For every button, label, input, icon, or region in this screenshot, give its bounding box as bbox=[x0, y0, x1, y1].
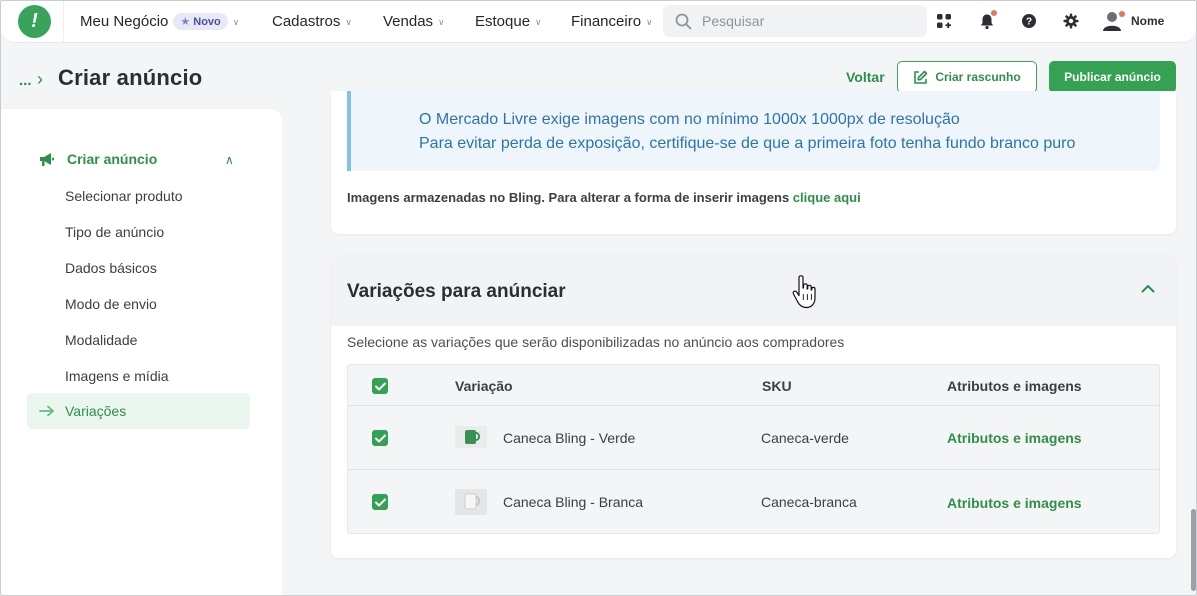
hand-pointer-cursor-icon bbox=[791, 275, 817, 314]
search-input[interactable] bbox=[702, 13, 912, 29]
storage-note-text: Imagens armazenadas no Bling. Para alter… bbox=[347, 190, 793, 205]
product-thumbnail bbox=[455, 489, 487, 515]
top-navigation: ! Meu Negócio ★ Novo ∨ Cadastros ∨ Venda… bbox=[1, 1, 1196, 43]
row-checkbox[interactable] bbox=[372, 494, 388, 510]
nav-estoque-label: Estoque bbox=[475, 13, 531, 30]
breadcrumb-chevron-right-icon: › bbox=[37, 69, 43, 89]
new-badge-label: Novo bbox=[193, 15, 221, 28]
chevron-down-icon: ∨ bbox=[438, 17, 445, 27]
app-window: ! Meu Negócio ★ Novo ∨ Cadastros ∨ Venda… bbox=[0, 0, 1197, 596]
sidebar-item-modalidade[interactable]: Modalidade bbox=[65, 332, 137, 348]
page-title: Criar anúncio bbox=[58, 65, 203, 90]
attributes-images-link[interactable]: Atributos e imagens bbox=[947, 430, 1082, 446]
nav-vendas-label: Vendas bbox=[383, 13, 434, 30]
info-line-resolution: O Mercado Livre exige imagens com no mín… bbox=[419, 111, 960, 128]
select-all-checkbox[interactable] bbox=[372, 378, 388, 394]
steps-sidebar: Criar anúncio ∧ Selecionar produto Tipo … bbox=[1, 109, 282, 595]
sidebar-item-dados-basicos[interactable]: Dados básicos bbox=[65, 260, 157, 276]
variations-subtitle: Selecione as variações que serão disponi… bbox=[347, 334, 845, 350]
variations-table: Variação SKU Atributos e imagens Caneca … bbox=[347, 364, 1160, 534]
notification-dot bbox=[991, 10, 997, 16]
column-header-atributos: Atributos e imagens bbox=[947, 378, 1082, 394]
new-badge: ★ Novo bbox=[173, 13, 228, 30]
sidebar-section-title: Criar anúncio bbox=[67, 151, 158, 167]
logo-divider bbox=[63, 1, 64, 43]
sidebar-item-imagens-midia[interactable]: Imagens e mídia bbox=[65, 368, 169, 384]
info-line-white-background: Para evitar perda de exposição, certifiq… bbox=[419, 135, 1076, 152]
search-icon bbox=[675, 13, 692, 29]
nav-cadastros[interactable]: Cadastros ∨ bbox=[272, 13, 352, 30]
sidebar-item-variacoes[interactable]: Variações bbox=[27, 393, 250, 429]
variation-sku: Caneca-branca bbox=[761, 494, 857, 510]
image-requirements-notice: O Mercado Livre exige imagens com no mín… bbox=[347, 91, 1160, 171]
breadcrumb-more[interactable]: ... bbox=[19, 72, 32, 89]
page-scrollbar[interactable] bbox=[1190, 1, 1196, 595]
chevron-up-icon[interactable] bbox=[1141, 280, 1155, 298]
storage-change-link[interactable]: clique aqui bbox=[793, 190, 861, 205]
chevron-down-icon: ∨ bbox=[535, 17, 542, 27]
star-icon: ★ bbox=[180, 16, 191, 28]
scrollbar-thumb[interactable] bbox=[1191, 509, 1196, 591]
images-card: O Mercado Livre exige imagens com no mín… bbox=[331, 91, 1176, 234]
row-checkbox[interactable] bbox=[372, 430, 388, 446]
chevron-up-icon[interactable]: ∧ bbox=[225, 153, 234, 167]
bling-logo[interactable]: ! bbox=[18, 5, 51, 38]
variation-name: Caneca Bling - Verde bbox=[503, 430, 636, 446]
nav-business[interactable]: Meu Negócio ★ Novo ∨ bbox=[80, 13, 239, 30]
user-name[interactable]: Nome bbox=[1131, 14, 1164, 28]
edit-icon bbox=[914, 70, 928, 84]
variation-sku: Caneca-verde bbox=[761, 430, 849, 446]
column-header-sku: SKU bbox=[762, 378, 792, 394]
avatar[interactable] bbox=[1101, 9, 1125, 33]
search-box[interactable] bbox=[663, 5, 927, 37]
table-row: Caneca Bling - Branca Caneca-branca Atri… bbox=[348, 469, 1159, 535]
product-thumbnail bbox=[455, 426, 487, 448]
nav-vendas[interactable]: Vendas ∨ bbox=[383, 13, 445, 30]
create-draft-button[interactable]: Criar rascunho bbox=[897, 61, 1037, 93]
chevron-down-icon: ∨ bbox=[646, 17, 653, 27]
create-draft-label: Criar rascunho bbox=[935, 70, 1021, 84]
chevron-down-icon: ∨ bbox=[345, 17, 352, 27]
sidebar-section-header[interactable]: Criar anúncio bbox=[39, 151, 157, 167]
nav-financeiro[interactable]: Financeiro ∨ bbox=[571, 13, 653, 30]
table-row: Caneca Bling - Verde Caneca-verde Atribu… bbox=[348, 405, 1159, 469]
avatar-status-dot bbox=[1119, 11, 1125, 17]
variations-card: Variações para anúnciar Selecione as var… bbox=[331, 254, 1176, 558]
sidebar-active-label: Variações bbox=[65, 403, 127, 419]
sidebar-item-tipo-anuncio[interactable]: Tipo de anúncio bbox=[65, 224, 164, 240]
settings-gear-icon[interactable] bbox=[1061, 11, 1081, 31]
attributes-images-link[interactable]: Atributos e imagens bbox=[947, 495, 1082, 511]
nav-estoque[interactable]: Estoque ∨ bbox=[475, 13, 542, 30]
svg-text:?: ? bbox=[1026, 17, 1032, 28]
arrow-right-icon bbox=[39, 405, 54, 417]
nav-business-label: Meu Negócio bbox=[80, 13, 169, 30]
apps-icon[interactable] bbox=[934, 11, 954, 31]
megaphone-icon bbox=[40, 152, 54, 166]
nav-financeiro-label: Financeiro bbox=[571, 13, 642, 30]
sidebar-item-selecionar-produto[interactable]: Selecionar produto bbox=[65, 188, 183, 204]
chevron-down-icon: ∨ bbox=[232, 17, 240, 27]
publish-button[interactable]: Publicar anúncio bbox=[1049, 61, 1176, 93]
nav-cadastros-label: Cadastros bbox=[272, 13, 341, 30]
sidebar-item-modo-envio[interactable]: Modo de envio bbox=[65, 296, 157, 312]
variations-title: Variações para anúnciar bbox=[347, 281, 566, 302]
notification-bell-icon[interactable] bbox=[977, 10, 997, 31]
variation-name: Caneca Bling - Branca bbox=[503, 494, 644, 510]
help-icon[interactable]: ? bbox=[1019, 11, 1039, 31]
storage-note: Imagens armazenadas no Bling. Para alter… bbox=[347, 190, 861, 205]
variations-header[interactable]: Variações para anúnciar bbox=[331, 254, 1176, 326]
back-button[interactable]: Voltar bbox=[846, 69, 885, 85]
column-header-variacao: Variação bbox=[455, 378, 513, 394]
